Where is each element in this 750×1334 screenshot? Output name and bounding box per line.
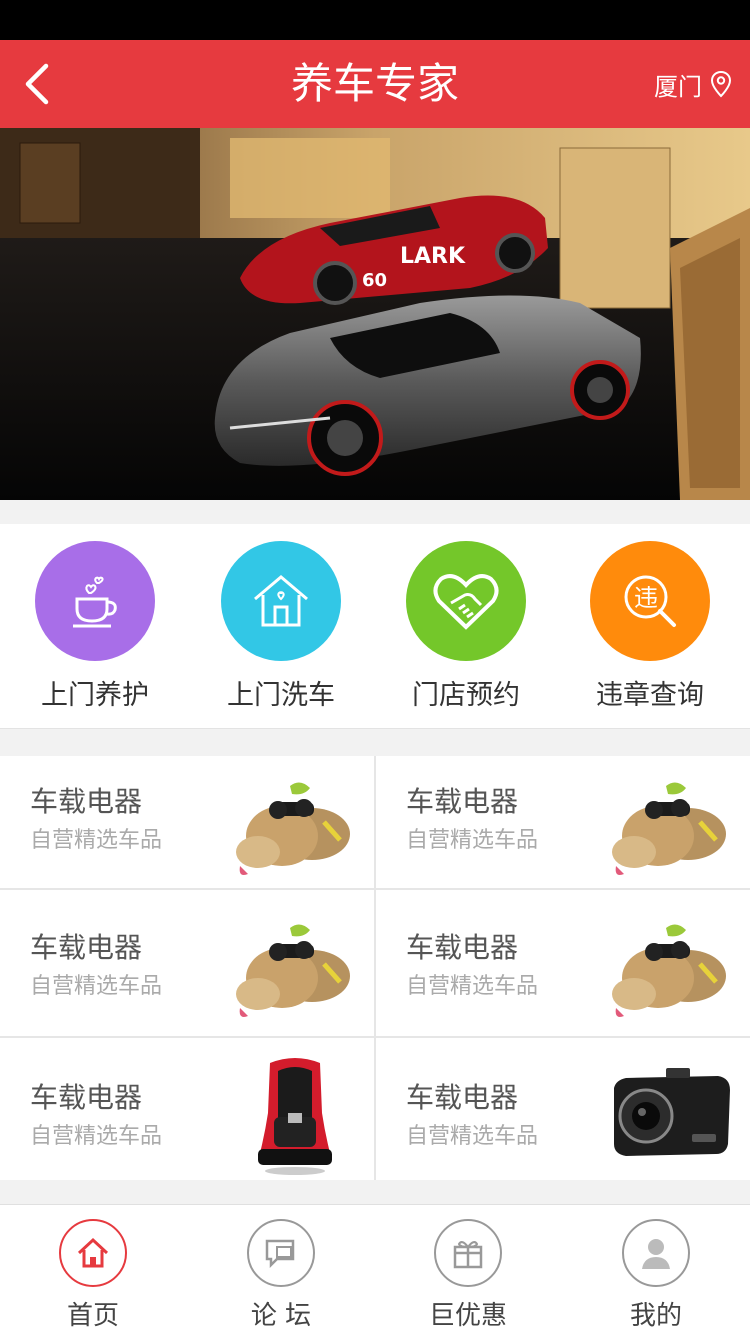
user-icon xyxy=(642,1239,670,1269)
grid-divider xyxy=(0,1036,750,1038)
nav-bar: 养车专家 厦门 xyxy=(0,40,750,128)
service-icon-bg xyxy=(221,541,341,661)
service-home-maintenance[interactable]: 上门养护 xyxy=(3,541,187,712)
product-subtitle: 自营精选车品 xyxy=(30,1124,163,1149)
service-icon-bg: 违 xyxy=(590,541,710,661)
plush-dog-toy-image xyxy=(236,782,350,875)
plush-dog-toy-image xyxy=(612,924,726,1017)
service-grid: 上门养护 上门洗车 门店预约 违 违章查询 xyxy=(0,524,750,729)
home-icon xyxy=(77,1237,109,1268)
product-subtitle: 自营精选车品 xyxy=(406,1124,539,1149)
tab-icon-ring xyxy=(434,1219,502,1287)
handshake-heart-icon xyxy=(433,574,499,630)
product-title: 车载电器 xyxy=(30,785,143,818)
product-grid: 车载电器 自营精选车品 车载电器 自营精选车品 车载电器 自营精选车品 车载电器… xyxy=(0,756,750,1180)
search-violation-icon: 违 xyxy=(624,575,676,627)
back-button[interactable] xyxy=(18,62,62,106)
product-title: 车载电器 xyxy=(30,931,143,964)
service-home-wash[interactable]: 上门洗车 xyxy=(189,541,373,712)
product-card[interactable]: 车载电器 自营精选车品 xyxy=(0,1038,374,1180)
dash-camera-image xyxy=(614,1068,730,1156)
tab-deals[interactable]: 巨优惠 xyxy=(408,1219,528,1332)
product-title: 车载电器 xyxy=(30,1081,143,1114)
product-card[interactable]: 车载电器 自营精选车品 xyxy=(0,890,374,1036)
service-label: 上门洗车 xyxy=(227,680,335,711)
tab-label: 首页 xyxy=(66,1301,119,1331)
grid-divider xyxy=(0,888,750,890)
tab-label: 我的 xyxy=(629,1301,682,1331)
product-card[interactable]: 车载电器 自营精选车品 xyxy=(0,756,374,898)
tab-icon-ring xyxy=(622,1219,690,1287)
bottom-tab-bar: 首页 论 坛 巨优惠 我的 xyxy=(0,1204,750,1334)
product-title: 车载电器 xyxy=(406,785,519,818)
product-subtitle: 自营精选车品 xyxy=(30,828,163,853)
product-card[interactable]: 车载电器 自营精选车品 xyxy=(376,890,750,1036)
violation-glyph: 违 xyxy=(634,584,658,612)
service-violation-query[interactable]: 违 违章查询 xyxy=(558,541,742,712)
product-card[interactable]: 车载电器 自营精选车品 xyxy=(376,756,750,898)
house-icon xyxy=(254,575,308,627)
service-label: 违章查询 xyxy=(596,680,704,711)
location-pin-icon xyxy=(710,70,732,98)
product-subtitle: 自营精选车品 xyxy=(406,974,539,999)
tab-icon-ring xyxy=(59,1219,127,1287)
banner-race-number: 60 xyxy=(362,270,387,291)
forum-icon xyxy=(265,1239,295,1269)
banner-car-text: LARK xyxy=(400,244,466,269)
service-label: 上门养护 xyxy=(41,680,149,711)
service-icon-bg xyxy=(35,541,155,661)
city-selector[interactable]: 厦门 xyxy=(654,40,732,128)
product-subtitle: 自营精选车品 xyxy=(30,974,163,999)
product-subtitle: 自营精选车品 xyxy=(406,828,539,853)
tab-icon-ring xyxy=(247,1219,315,1287)
chevron-left-icon xyxy=(25,63,49,105)
service-store-booking[interactable]: 门店预约 xyxy=(374,541,558,712)
product-card[interactable]: 车载电器 自营精选车品 xyxy=(376,1038,750,1180)
page-title: 养车专家 xyxy=(290,59,459,108)
city-label: 厦门 xyxy=(654,72,702,101)
grid-divider xyxy=(374,756,376,1180)
tab-forum[interactable]: 论 坛 xyxy=(221,1219,341,1332)
coffee-cup-icon xyxy=(73,576,117,628)
product-title: 车载电器 xyxy=(406,931,519,964)
status-bar xyxy=(0,0,750,40)
child-car-seat-image xyxy=(258,1058,332,1175)
product-title: 车载电器 xyxy=(406,1081,519,1114)
service-icon-bg xyxy=(406,541,526,661)
service-label: 门店预约 xyxy=(412,680,520,711)
tab-mine[interactable]: 我的 xyxy=(596,1219,716,1332)
plush-dog-toy-image xyxy=(236,924,350,1017)
tab-label: 论 坛 xyxy=(250,1301,312,1331)
tab-label: 巨优惠 xyxy=(428,1301,507,1331)
banner-image[interactable]: LARK 60 xyxy=(0,128,750,500)
gift-icon xyxy=(453,1241,483,1269)
tab-home[interactable]: 首页 xyxy=(33,1219,153,1332)
plush-dog-toy-image xyxy=(612,782,726,875)
